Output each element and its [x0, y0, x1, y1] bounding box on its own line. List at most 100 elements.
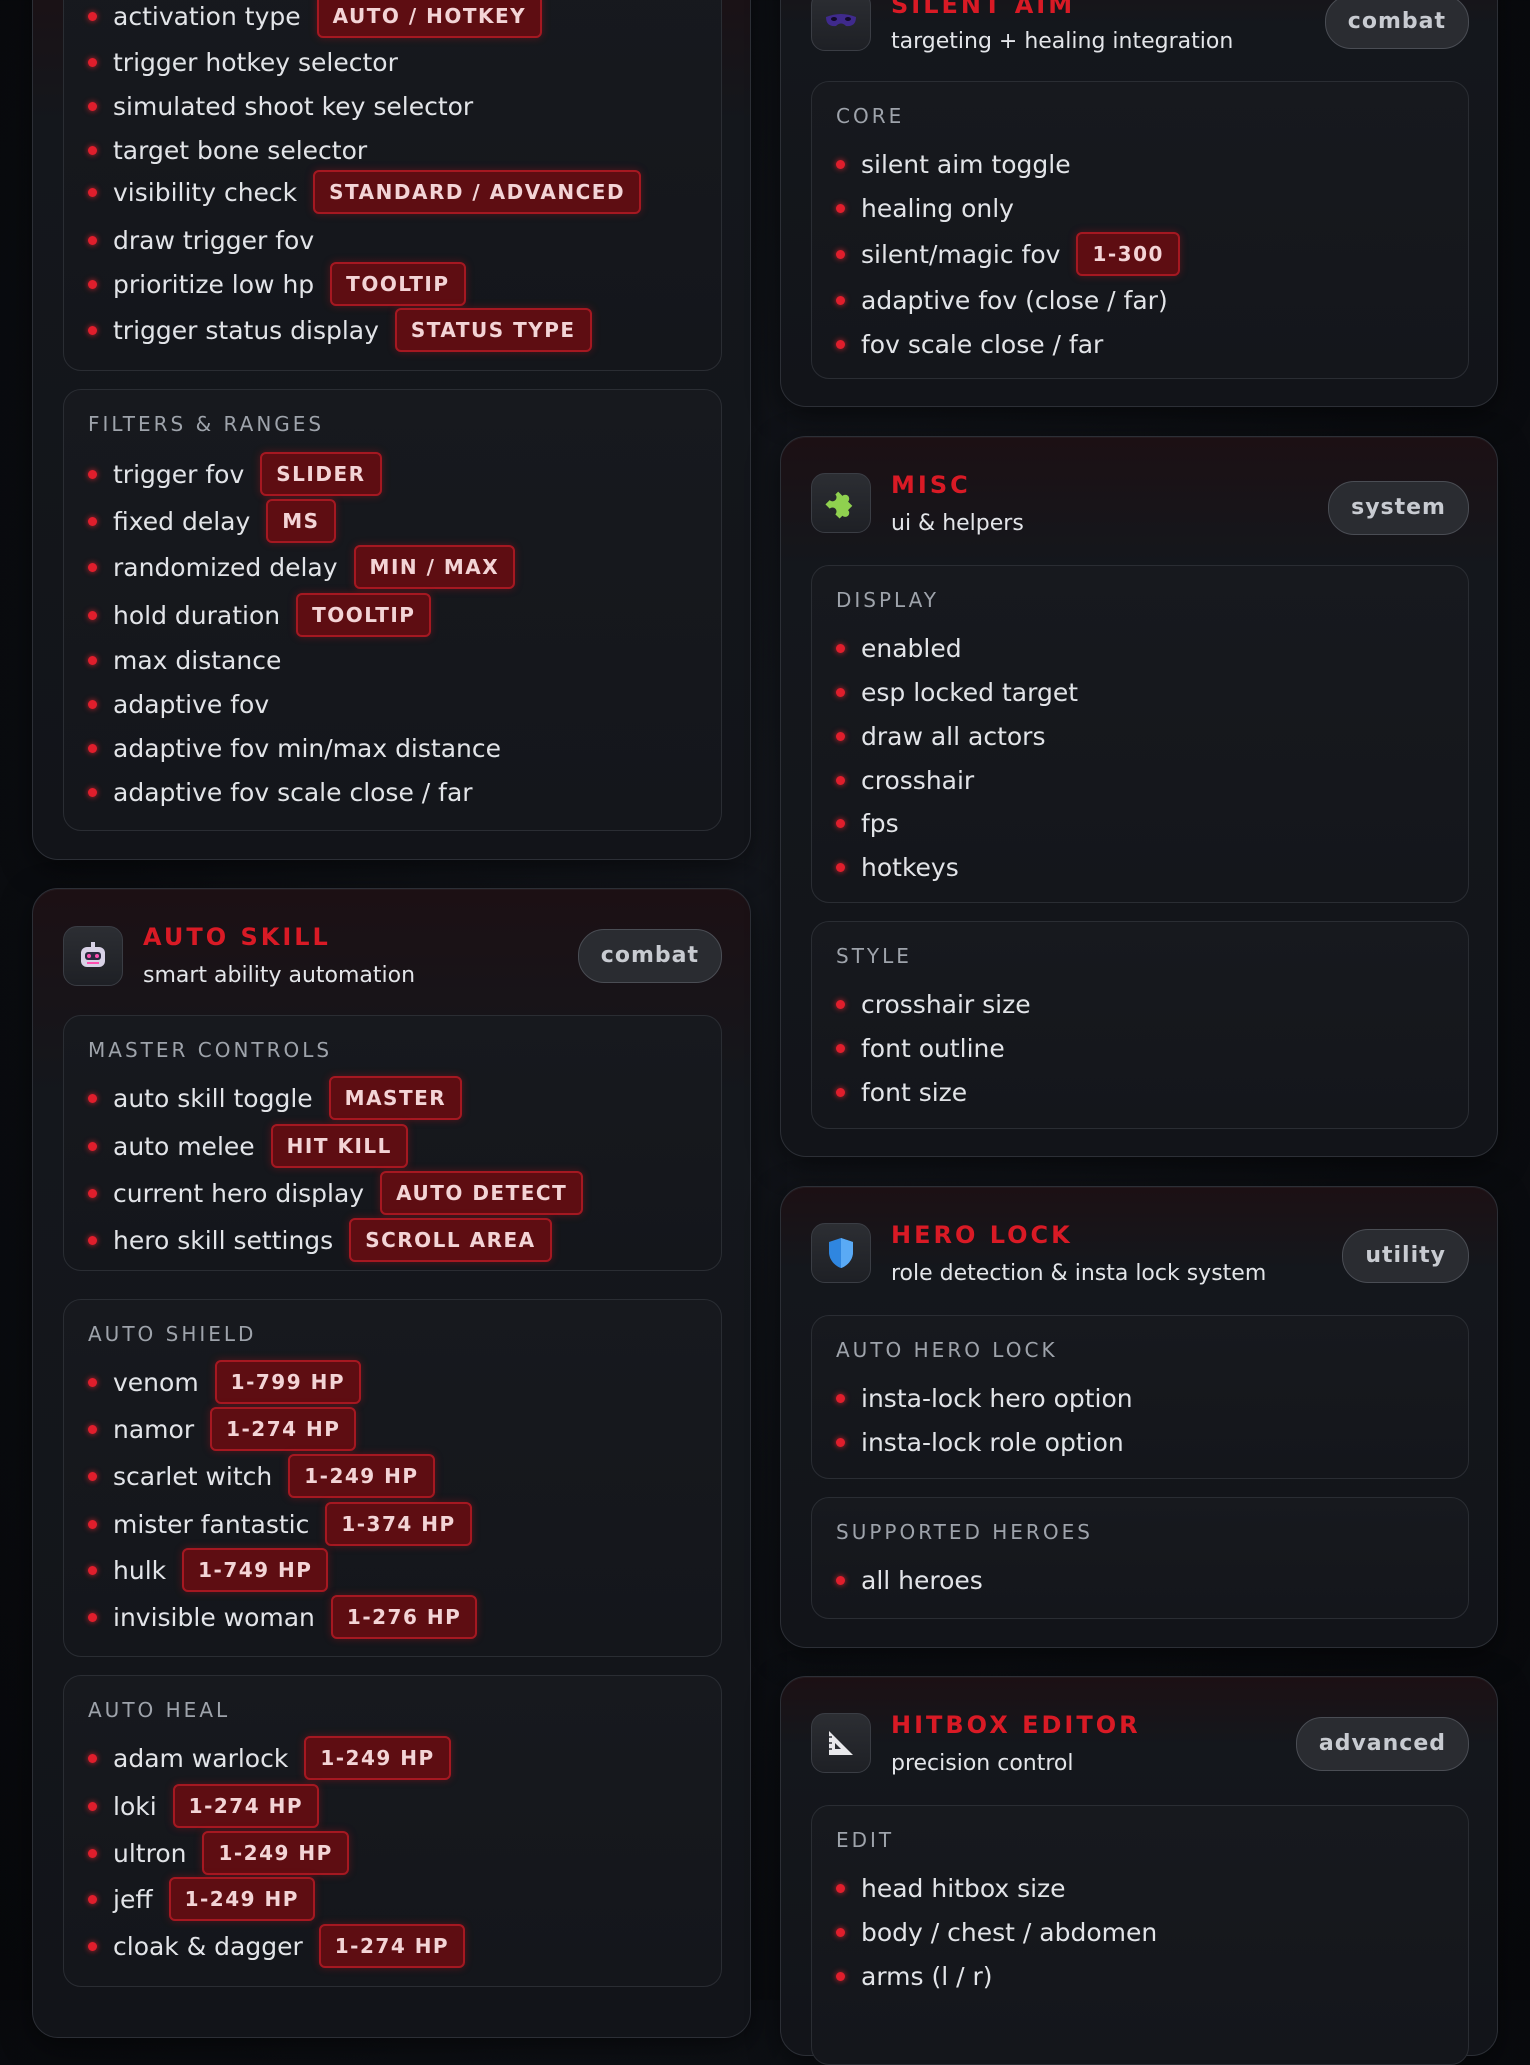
list-item[interactable]: esp locked target [836, 670, 1078, 714]
list-item[interactable]: enabled [836, 626, 962, 670]
list-item[interactable]: crosshair [836, 758, 974, 802]
item-label: font outline [861, 1033, 1005, 1063]
list-item[interactable]: cloak & dagger 1-274 HP [88, 1924, 466, 1968]
list-item[interactable]: font size [836, 1070, 967, 1114]
list-item[interactable]: mister fantastic 1-374 HP [88, 1502, 472, 1546]
list-item[interactable]: silent aim toggle [836, 142, 1071, 186]
list-item[interactable]: fov scale close / far [836, 322, 1103, 366]
bullet-icon [88, 1565, 97, 1575]
list-item[interactable]: jeff 1-249 HP [88, 1877, 315, 1921]
list-item[interactable]: healing only [836, 186, 1014, 230]
list-item[interactable]: trigger status display STATUS TYPE [88, 308, 592, 352]
list-item[interactable]: current hero display AUTO DETECT [88, 1171, 584, 1215]
item-label: trigger fov [113, 459, 245, 489]
bullet-icon [88, 562, 97, 572]
list-item[interactable]: ultron 1-249 HP [88, 1831, 349, 1875]
bullet-icon [88, 1848, 97, 1858]
list-item[interactable]: auto melee HIT KILL [88, 1124, 408, 1168]
bullet-icon [88, 235, 97, 245]
item-tag: 1-249 HP [288, 1454, 435, 1498]
card-subtitle: targeting + healing integration [891, 29, 1234, 54]
list-item[interactable]: adam warlock 1-249 HP [88, 1736, 451, 1780]
list-item[interactable]: scarlet witch 1-249 HP [88, 1454, 435, 1498]
list-item[interactable]: activation type AUTO / HOTKEY [88, 0, 543, 38]
category-badge[interactable]: combat [577, 929, 722, 983]
list-item[interactable]: hero skill settings SCROLL AREA [88, 1218, 552, 1262]
item-tag: HIT KILL [270, 1124, 408, 1168]
list-item[interactable]: body / chest / abdomen [836, 1910, 1157, 1954]
item-label: insta-lock role option [861, 1427, 1124, 1457]
list-item[interactable]: hulk 1-749 HP [88, 1548, 329, 1592]
category-badge[interactable]: combat [1324, 0, 1469, 49]
list-item[interactable]: visibility check STANDARD / ADVANCED [88, 170, 642, 214]
section-title: AUTO SHIELD [88, 1322, 257, 1346]
item-label: font size [861, 1077, 968, 1107]
list-item[interactable]: insta-lock hero option [836, 1376, 1133, 1420]
item-label: auto skill toggle [113, 1083, 313, 1113]
list-item[interactable]: venom 1-799 HP [88, 1360, 361, 1404]
list-item[interactable]: font outline [836, 1026, 1005, 1070]
item-tag: SCROLL AREA [349, 1218, 552, 1262]
item-label: hero skill settings [113, 1225, 334, 1255]
list-item[interactable]: adaptive fov [88, 682, 269, 726]
list-item[interactable]: draw all actors [836, 714, 1046, 758]
list-item[interactable]: fps [836, 801, 899, 845]
list-item[interactable]: adaptive fov (close / far) [836, 278, 1168, 322]
bullet-icon [836, 1087, 845, 1097]
item-label: adam warlock [113, 1743, 289, 1773]
item-tag: 1-274 HP [172, 1784, 319, 1828]
list-item[interactable]: adaptive fov min/max distance [88, 726, 501, 770]
item-label: prioritize low hp [113, 269, 315, 299]
item-label: hotkeys [861, 852, 959, 882]
bullet-icon [88, 187, 97, 197]
list-item[interactable]: all heroes [836, 1558, 983, 1602]
list-item[interactable]: crosshair size [836, 982, 1031, 1026]
silent-aim-card: SILENT AIM targeting + healing integrati… [780, 0, 1498, 407]
list-item[interactable]: draw trigger fov [88, 218, 314, 262]
list-item[interactable]: arms (l / r) [836, 1954, 993, 1998]
item-label: auto melee [113, 1131, 255, 1161]
card-subtitle: precision control [891, 1751, 1074, 1776]
bullet-icon [88, 57, 97, 67]
list-item[interactable]: invisible woman 1-276 HP [88, 1595, 478, 1639]
list-item[interactable]: loki 1-274 HP [88, 1784, 319, 1828]
category-badge[interactable]: advanced [1295, 1717, 1469, 1771]
list-item[interactable]: auto skill toggle MASTER [88, 1076, 463, 1120]
list-item[interactable]: target bone selector [88, 128, 367, 172]
bullet-icon [836, 818, 845, 828]
list-item[interactable]: head hitbox size [836, 1866, 1066, 1910]
bullet-icon [88, 1471, 97, 1481]
list-item[interactable]: fixed delay MS [88, 499, 336, 543]
list-item[interactable]: simulated shoot key selector [88, 84, 473, 128]
category-badge[interactable]: system [1328, 481, 1469, 535]
list-item[interactable]: randomized delay MIN / MAX [88, 545, 516, 589]
list-item[interactable]: trigger hotkey selector [88, 40, 398, 84]
list-item[interactable]: insta-lock role option [836, 1420, 1124, 1464]
list-item[interactable]: prioritize low hp TOOLTIP [88, 262, 466, 306]
auto-hero-lock-section: AUTO HERO LOCK insta-lock hero option in… [811, 1315, 1469, 1479]
list-item[interactable]: hotkeys [836, 845, 959, 889]
item-label: max distance [113, 645, 282, 675]
item-label: randomized delay [113, 552, 338, 582]
item-label: activation type [113, 1, 301, 31]
list-item[interactable]: trigger fov SLIDER [88, 452, 382, 496]
bullet-icon [88, 743, 97, 753]
list-item[interactable]: adaptive fov scale close / far [88, 770, 473, 814]
hero-lock-card: HERO LOCK role detection & insta lock sy… [780, 1186, 1498, 1648]
item-label: invisible woman [113, 1602, 315, 1632]
item-label: hulk [113, 1555, 167, 1585]
item-label: loki [113, 1791, 157, 1821]
list-item[interactable]: namor 1-274 HP [88, 1407, 357, 1451]
bullet-icon [88, 279, 97, 289]
item-label: trigger status display [113, 315, 379, 345]
bullet-icon [836, 159, 845, 169]
item-label: silent aim toggle [861, 149, 1071, 179]
bullet-icon [88, 1753, 97, 1763]
item-label: simulated shoot key selector [113, 91, 474, 121]
bullet-icon [836, 339, 845, 349]
item-label: all heroes [861, 1565, 983, 1595]
category-badge[interactable]: utility [1342, 1229, 1469, 1283]
list-item[interactable]: max distance [88, 638, 281, 682]
list-item[interactable]: silent/magic fov 1-300 [836, 232, 1180, 276]
list-item[interactable]: hold duration TOOLTIP [88, 593, 432, 637]
